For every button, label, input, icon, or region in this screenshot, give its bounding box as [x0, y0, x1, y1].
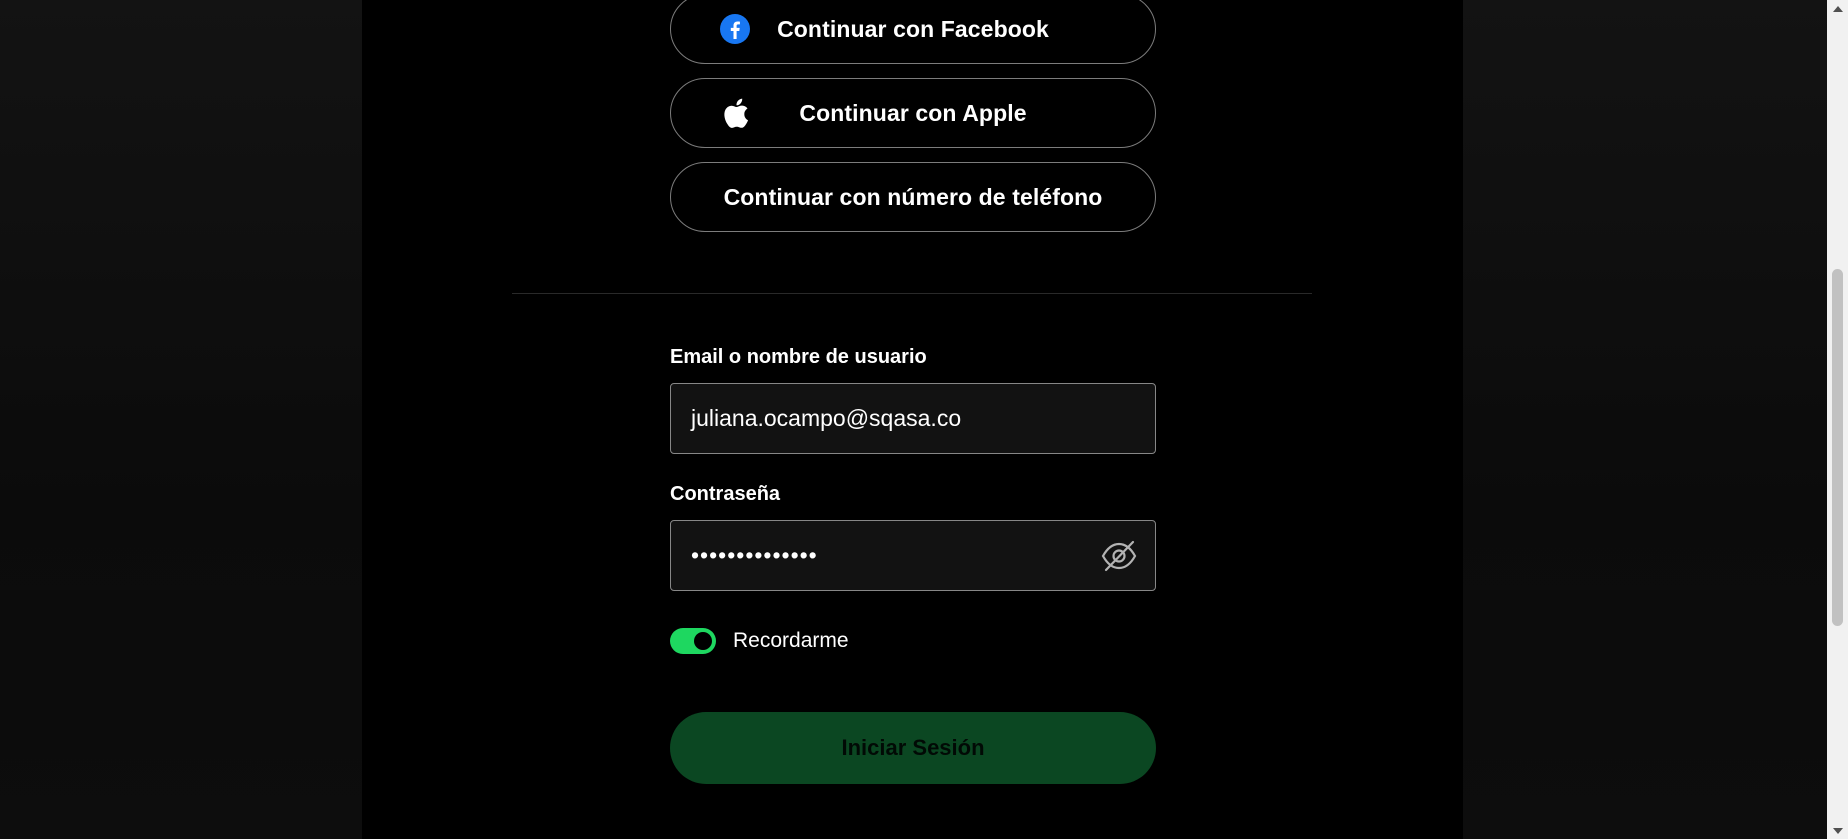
remember-me-row: Recordarme	[670, 627, 849, 655]
continue-with-facebook-button[interactable]: Continuar con Facebook	[670, 0, 1156, 64]
facebook-icon	[719, 13, 751, 45]
continue-with-facebook-label: Continuar con Facebook	[777, 15, 1049, 42]
eye-slash-icon[interactable]	[1099, 536, 1139, 576]
continue-with-apple-label: Continuar con Apple	[799, 99, 1027, 126]
remember-me-toggle[interactable]	[670, 628, 716, 654]
login-submit-label: Iniciar Sesión	[841, 735, 985, 760]
password-field-label: Contraseña	[670, 483, 781, 505]
password-field[interactable]: ••••••••••••••	[670, 520, 1156, 591]
email-field-value: juliana.ocampo@sqasa.co	[691, 405, 962, 431]
continue-with-phone-label: Continuar con número de teléfono	[723, 183, 1103, 210]
page-background-right	[1463, 0, 1827, 839]
divider	[512, 293, 1312, 294]
scroll-up-arrow-icon[interactable]	[1827, 0, 1848, 17]
remember-me-label: Recordarme	[733, 629, 849, 652]
continue-with-apple-button[interactable]: Continuar con Apple	[670, 78, 1156, 148]
toggle-knob	[694, 632, 712, 650]
vertical-scrollbar[interactable]	[1827, 0, 1848, 839]
scrollbar-thumb[interactable]	[1832, 269, 1843, 626]
apple-icon	[719, 97, 751, 129]
continue-with-phone-button[interactable]: Continuar con número de teléfono	[670, 162, 1156, 232]
email-field[interactable]: juliana.ocampo@sqasa.co	[670, 383, 1156, 454]
login-submit-button[interactable]: Iniciar Sesión	[670, 712, 1156, 784]
email-field-label: Email o nombre de usuario	[670, 346, 927, 368]
password-field-value: ••••••••••••••	[691, 542, 818, 568]
page-background-left	[0, 0, 362, 839]
scroll-down-arrow-icon[interactable]	[1827, 822, 1848, 839]
